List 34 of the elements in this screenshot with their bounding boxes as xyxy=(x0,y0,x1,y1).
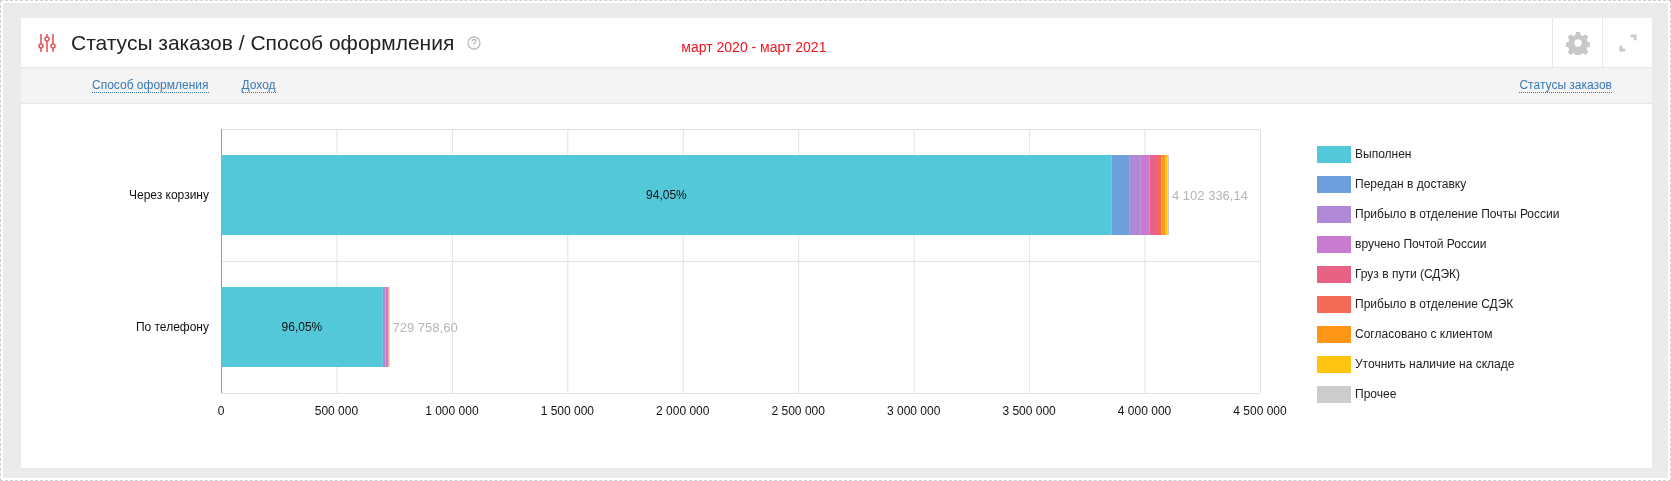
legend-label[interactable]: Прибыло в отделение СДЭК xyxy=(1355,297,1514,311)
tick-label: 4 500 000 xyxy=(1233,404,1287,418)
percent-label: 96,05% xyxy=(281,320,323,334)
tick-label: 3 000 000 xyxy=(886,404,941,418)
legend-label[interactable]: Согласовано с клиентом xyxy=(1355,327,1493,341)
group-link[interactable]: Статусы заказов xyxy=(1519,78,1612,93)
tick-label: 500 000 xyxy=(314,404,359,418)
percent-label: 94,05% xyxy=(646,188,687,202)
total-label: 729 758,60 xyxy=(392,320,458,335)
settings-icon xyxy=(1565,30,1590,55)
legend-label[interactable]: Груз в пути (СДЭК) xyxy=(1355,267,1461,281)
tick-label: 1 000 000 xyxy=(425,404,479,418)
legend-label[interactable]: Прибыло в отделение Почты России xyxy=(1355,207,1560,221)
legend-label[interactable]: Передан в доставку xyxy=(1355,177,1467,191)
tick-label: 1 500 000 xyxy=(540,404,595,418)
legend-label[interactable]: Выполнен xyxy=(1355,147,1412,161)
category-label: По телефону xyxy=(135,320,209,334)
tick-label: 4 000 000 xyxy=(1117,404,1172,418)
legend-label[interactable]: вручено Почтой России xyxy=(1355,237,1487,251)
tick-label: 2 500 000 xyxy=(771,404,825,418)
category-label: Через корзину xyxy=(128,188,209,202)
legend-label[interactable]: Прочее xyxy=(1355,387,1397,401)
legend-label[interactable]: Уточнить наличие на складе xyxy=(1355,357,1515,371)
help-icon[interactable] xyxy=(467,35,482,50)
tab-link[interactable]: Доход xyxy=(241,78,276,93)
tick-label: 3 500 000 xyxy=(1002,404,1056,418)
total-label: 4 102 336,14 xyxy=(1172,188,1248,203)
widget-title: Статусы заказов / Способ оформления xyxy=(71,30,455,55)
expand-icon xyxy=(1618,33,1637,52)
filter-icon[interactable] xyxy=(38,32,56,53)
period-label: март 2020 - март 2021 xyxy=(681,38,827,55)
tick-label: 2 000 000 xyxy=(656,404,710,418)
tab-link[interactable]: Способ оформления xyxy=(92,78,209,93)
tick-label: 0 xyxy=(217,404,225,418)
